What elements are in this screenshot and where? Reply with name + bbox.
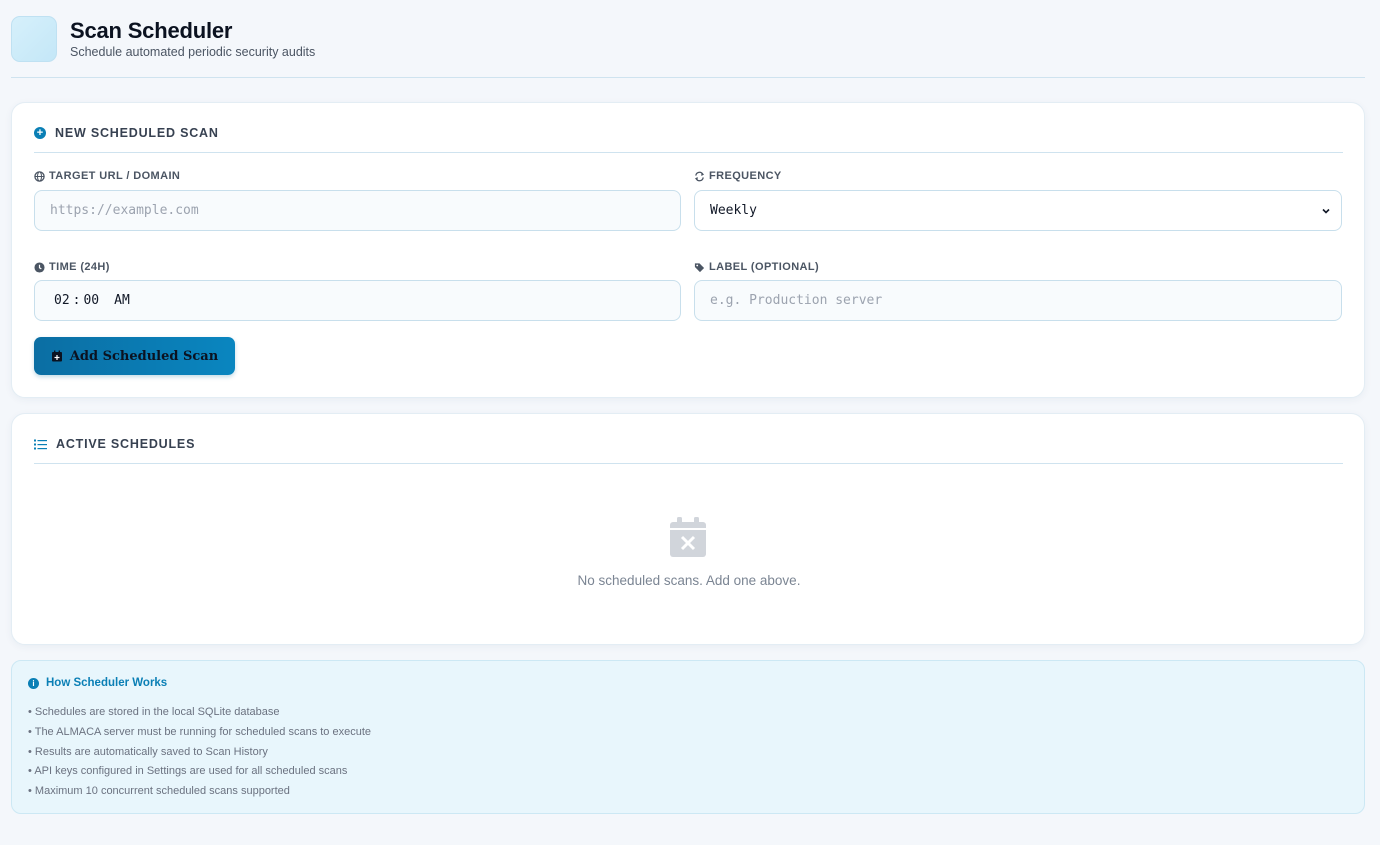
info-icon: i (28, 677, 39, 689)
list-item: Schedules are stored in the local SQLite… (28, 703, 371, 723)
globe-icon (34, 170, 45, 182)
label-placeholder: e.g. Production server (710, 293, 883, 308)
list-item: The ALMACA server must be running for sc… (28, 723, 371, 743)
page-title: Scan Scheduler (70, 18, 233, 43)
calendar-x-icon (670, 517, 706, 557)
tag-icon (694, 262, 705, 272)
target-url-placeholder: https://example.com (50, 203, 199, 218)
frequency-value: Weekly (710, 203, 757, 218)
new-scan-title: NEW SCHEDULED SCAN (55, 126, 219, 140)
active-schedules-heading: ACTIVE SCHEDULES (34, 436, 1343, 464)
target-label: TARGET URL / DOMAIN (34, 170, 180, 182)
info-title: How Scheduler Works (46, 677, 168, 689)
list-item: Maximum 10 concurrent scheduled scans su… (28, 782, 371, 802)
empty-state-message: No scheduled scans. Add one above. (577, 573, 801, 588)
time-label-text: TIME (24H) (49, 261, 110, 273)
time-ampm[interactable]: AM (114, 293, 130, 308)
repeat-icon (694, 171, 705, 181)
time-separator: : (72, 293, 81, 308)
app-logo (11, 16, 57, 62)
calendar-plus-icon (51, 350, 62, 362)
scheduler-info-box: i How Scheduler Works Schedules are stor… (11, 660, 1365, 814)
page-header: Scan Scheduler Schedule automated period… (11, 15, 1365, 78)
plus-circle-icon: + (34, 127, 46, 139)
tag-label: LABEL (OPTIONAL) (694, 261, 819, 273)
add-scheduled-scan-label: Add Scheduled Scan (69, 348, 219, 364)
list-item: API keys configured in Settings are used… (28, 762, 371, 782)
info-heading: i How Scheduler Works (28, 677, 167, 689)
time-minute[interactable]: 00 (83, 293, 99, 308)
new-scan-card: + NEW SCHEDULED SCAN TARGET URL / DOMAIN… (11, 102, 1365, 398)
frequency-label: FREQUENCY (694, 170, 782, 182)
time-label: TIME (24H) (34, 261, 110, 273)
info-list: Schedules are stored in the local SQLite… (28, 703, 371, 802)
list-item: Results are automatically saved to Scan … (28, 743, 371, 763)
frequency-select[interactable]: Weekly (694, 190, 1342, 231)
time-hour[interactable]: 02 (54, 293, 70, 308)
clock-icon (34, 261, 45, 273)
active-schedules-card: ACTIVE SCHEDULES No scheduled scans. Add… (11, 413, 1365, 645)
target-label-text: TARGET URL / DOMAIN (49, 170, 181, 182)
frequency-label-text: FREQUENCY (709, 170, 782, 182)
active-schedules-title: ACTIVE SCHEDULES (56, 437, 196, 451)
add-scheduled-scan-button[interactable]: Add Scheduled Scan (34, 337, 235, 375)
page-subtitle: Schedule automated periodic security aud… (70, 45, 316, 59)
new-scan-heading: + NEW SCHEDULED SCAN (34, 125, 1343, 153)
tag-label-text: LABEL (OPTIONAL) (709, 261, 820, 273)
chevron-down-icon (1322, 208, 1330, 214)
time-input[interactable]: 02 : 00 AM (34, 280, 681, 321)
target-url-input[interactable]: https://example.com (34, 190, 681, 231)
label-input[interactable]: e.g. Production server (694, 280, 1342, 321)
list-icon (34, 439, 47, 450)
